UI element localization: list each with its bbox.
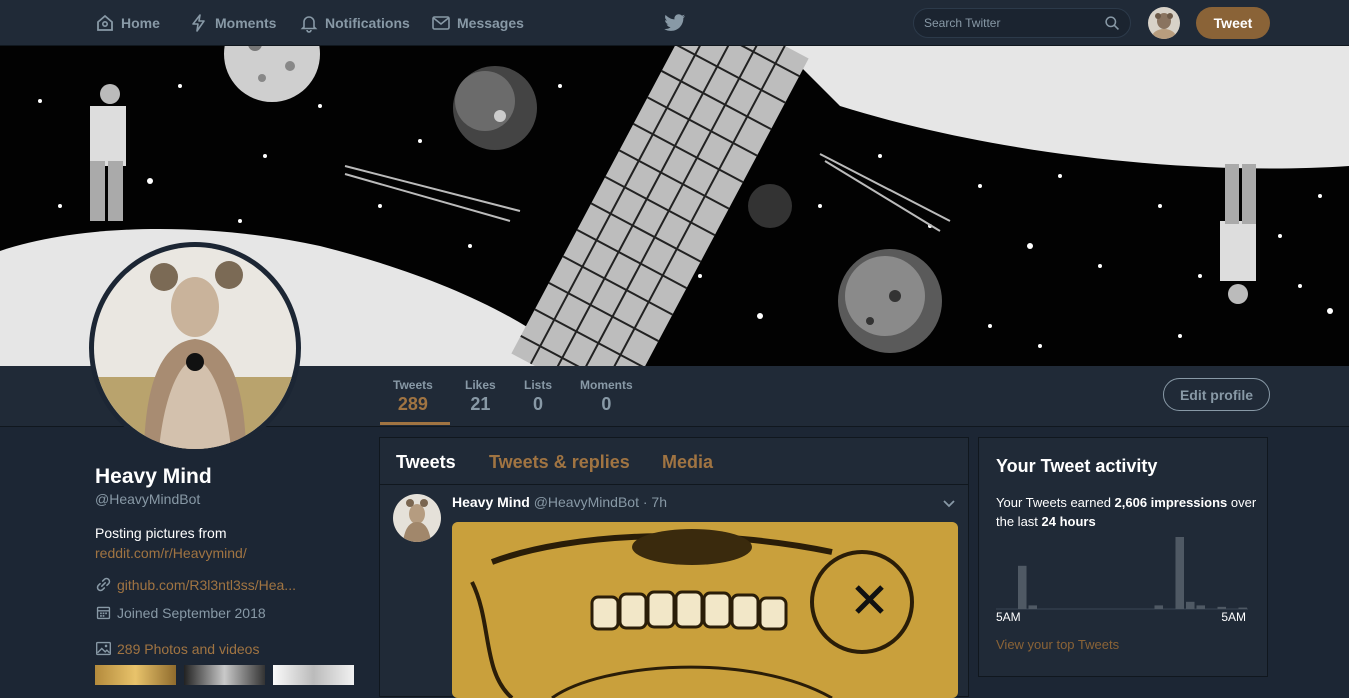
image-icon	[96, 641, 111, 656]
photo-thumbnails	[95, 665, 354, 685]
profile-joined: Joined September 2018	[95, 604, 266, 621]
search-input[interactable]	[924, 15, 1094, 31]
profile-photos: 289 Photos and videos	[95, 640, 259, 657]
profile-website: github.com/R3l3ntl3ss/Hea...	[95, 576, 296, 593]
nav-moments-label: Moments	[215, 15, 277, 31]
lightning-icon	[192, 14, 205, 32]
impressions-bar[interactable]	[1154, 605, 1164, 609]
website-link[interactable]: github.com/R3l3ntl3ss/Hea...	[117, 577, 296, 593]
impressions-bar[interactable]	[1186, 601, 1195, 609]
impressions-bar[interactable]	[1028, 605, 1038, 609]
account-avatar[interactable]	[1148, 7, 1180, 39]
tweet-image[interactable]	[452, 522, 958, 698]
view-top-tweets-link[interactable]: View your top Tweets	[996, 637, 1119, 652]
top-navigation-bar: Home Moments Notifications Messages Twee…	[0, 0, 1349, 46]
tab-tweets[interactable]: Tweets	[396, 452, 456, 473]
activity-text-before: Your Tweets earned	[996, 495, 1115, 510]
tweet-author-name[interactable]: Heavy Mind	[452, 494, 530, 510]
compose-tweet-button[interactable]: Tweet	[1196, 7, 1270, 39]
stat-likes[interactable]: Likes 21	[465, 378, 496, 415]
search-icon[interactable]	[1104, 15, 1121, 32]
calendar-icon	[96, 606, 111, 620]
stat-likes-label: Likes	[465, 378, 496, 392]
activity-summary: Your Tweets earned 2,606 impressions ove…	[996, 493, 1258, 531]
impressions-bar[interactable]	[1217, 606, 1227, 609]
profile-name: Heavy Mind	[95, 465, 212, 488]
impressions-bar[interactable]	[1175, 537, 1185, 609]
tweet-header: Heavy Mind @HeavyMindBot · 7h	[452, 494, 667, 510]
activity-title: Your Tweet activity	[996, 456, 1158, 476]
search-box[interactable]	[913, 8, 1131, 38]
photos-link[interactable]: 289 Photos and videos	[117, 641, 259, 657]
photo-thumbnail[interactable]	[273, 665, 354, 685]
active-stat-indicator	[380, 422, 450, 425]
stat-lists-value: 0	[533, 394, 544, 414]
stat-lists[interactable]: Lists 0	[524, 378, 552, 415]
home-icon	[97, 14, 113, 31]
twitter-bird-icon[interactable]	[664, 13, 686, 33]
photo-thumbnail[interactable]	[95, 665, 176, 685]
stat-lists-label: Lists	[524, 378, 553, 392]
activity-period: 24 hours	[1041, 514, 1096, 529]
link-icon	[96, 577, 111, 592]
bio-text: Posting pictures from	[95, 525, 227, 541]
profile-avatar[interactable]	[89, 242, 301, 454]
profile-handle: @HeavyMindBot	[95, 491, 201, 507]
stat-tweets-label: Tweets	[393, 378, 433, 392]
nav-home-label: Home	[121, 15, 160, 31]
tweet-author-avatar[interactable]	[393, 494, 441, 542]
timeline-tabs: Tweets Tweets & replies Media	[380, 438, 968, 485]
envelope-icon	[432, 16, 450, 30]
impressions-bar-chart[interactable]	[996, 534, 1248, 610]
nav-moments[interactable]: Moments	[189, 0, 276, 46]
profile-bio: Posting pictures from reddit.com/r/Heavy…	[95, 523, 345, 563]
stat-moments-value: 0	[601, 394, 612, 414]
joined-text: Joined September 2018	[117, 604, 266, 621]
chart-axis-start: 5AM	[996, 610, 1021, 624]
chart-axis-end: 5AM	[1221, 610, 1246, 624]
tab-media[interactable]: Media	[662, 452, 713, 473]
nav-notifications-label: Notifications	[325, 15, 410, 31]
impressions-bar[interactable]	[1238, 607, 1248, 609]
stat-tweets[interactable]: Tweets 289	[393, 378, 433, 415]
stat-likes-value: 21	[470, 394, 491, 414]
impressions-bar[interactable]	[1018, 565, 1027, 609]
impressions-bar[interactable]	[1196, 605, 1206, 609]
chevron-down-icon[interactable]	[942, 496, 956, 510]
edit-profile-button[interactable]: Edit profile	[1163, 378, 1270, 411]
timeline: Tweets Tweets & replies Media Heavy Mind…	[379, 437, 969, 698]
tweet-timestamp[interactable]: · 7h	[643, 494, 667, 510]
activity-impressions: 2,606 impressions	[1114, 495, 1228, 510]
tweet-author-handle[interactable]: @HeavyMindBot	[534, 494, 639, 510]
bio-link[interactable]: reddit.com/r/Heavymind/	[95, 545, 247, 561]
nav-messages[interactable]: Messages	[431, 0, 524, 46]
nav-home[interactable]: Home	[95, 0, 160, 46]
stat-tweets-value: 289	[397, 394, 428, 414]
stat-moments-label: Moments	[580, 378, 633, 392]
tab-tweets-and-replies[interactable]: Tweets & replies	[489, 452, 630, 473]
photo-thumbnail[interactable]	[184, 665, 265, 685]
nav-messages-label: Messages	[457, 15, 524, 31]
bell-icon	[300, 16, 318, 33]
tweet-activity-card: Your Tweet activity Your Tweets earned 2…	[978, 437, 1268, 677]
stat-moments[interactable]: Moments 0	[580, 378, 633, 415]
nav-notifications[interactable]: Notifications	[299, 0, 410, 46]
